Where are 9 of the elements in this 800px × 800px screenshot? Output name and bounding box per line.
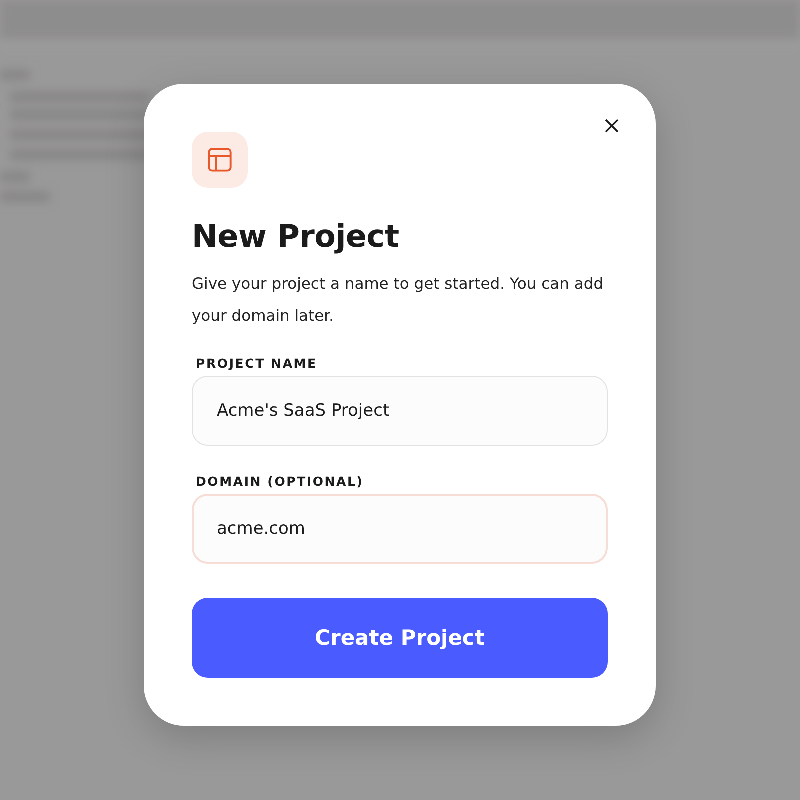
close-icon: [604, 118, 620, 134]
field-label: DOMAIN (OPTIONAL): [195, 474, 365, 489]
dialog-description: Give your project a name to get started. You can add your domain later.: [192, 274, 605, 327]
layout-icon: [207, 147, 233, 173]
project-name-field[interactable]: Acme's SaaS Project: [192, 376, 608, 446]
dialog-title: New Project: [192, 218, 400, 257]
field-label: PROJECT NAME: [195, 356, 318, 371]
domain-field[interactable]: acme.com: [192, 494, 608, 564]
create-project-button[interactable]: Create Project: [192, 598, 608, 678]
